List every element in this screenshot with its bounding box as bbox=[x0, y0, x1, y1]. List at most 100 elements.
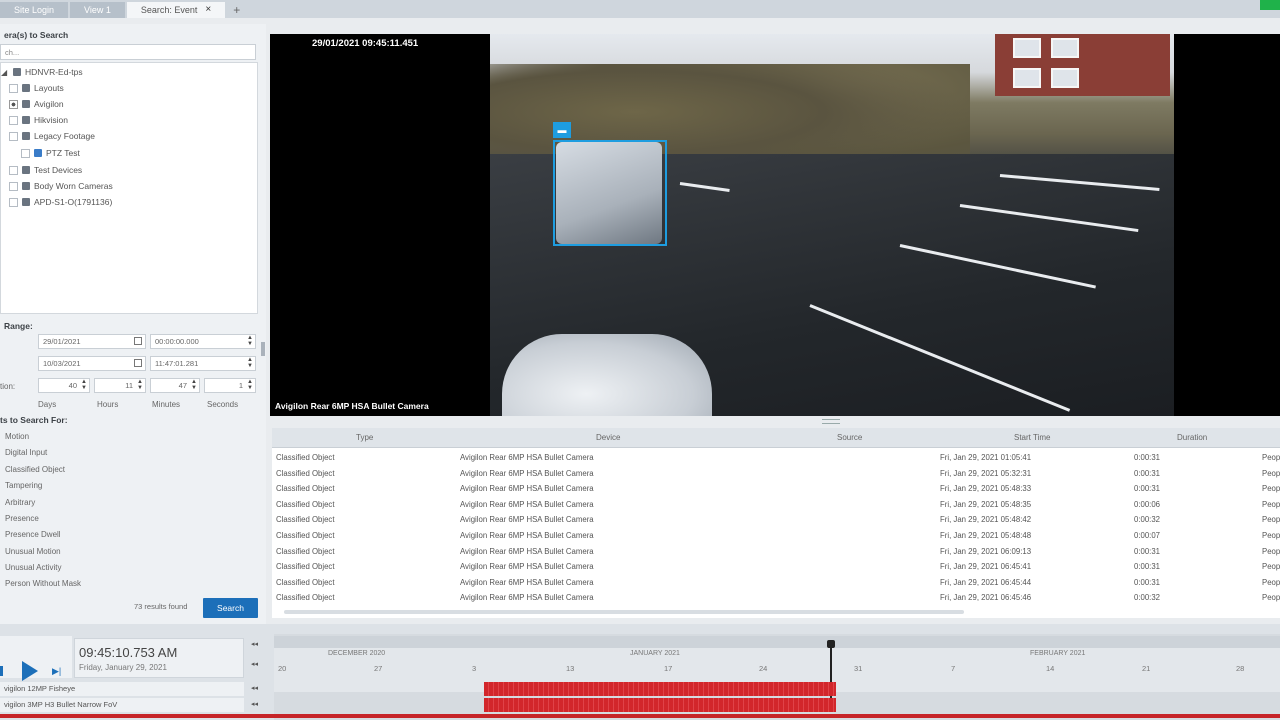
table-row[interactable]: Classified Object Avigilon Rear 6MP HSA B… bbox=[272, 559, 1280, 575]
timeline-header bbox=[274, 636, 1280, 648]
step-icon[interactable]: ◂◂ bbox=[251, 700, 258, 708]
seconds-stepper[interactable]: 1 ▲ ▼ bbox=[204, 378, 256, 393]
spinner-icon[interactable]: ▲ ▼ bbox=[247, 335, 253, 347]
recording-track[interactable] bbox=[484, 682, 836, 696]
table-row[interactable]: Classified Object Avigilon Rear 6MP HSA B… bbox=[272, 481, 1280, 497]
step-icon[interactable]: ◂◂ bbox=[251, 660, 258, 668]
tree-item-ptz-test[interactable]: PTZ Test bbox=[21, 148, 80, 158]
hours-stepper[interactable]: 11 ▲ ▼ bbox=[94, 378, 146, 393]
table-row[interactable]: Classified Object Avigilon Rear 6MP HSA B… bbox=[272, 512, 1280, 528]
video-camera-name: Avigilon Rear 6MP HSA Bullet Camera bbox=[275, 401, 429, 411]
tree-item-hikvision[interactable]: Hikvision bbox=[9, 115, 68, 125]
add-tab-icon[interactable]: + bbox=[227, 2, 246, 18]
detection-bounding-box[interactable] bbox=[553, 140, 667, 246]
event-option-motion[interactable]: Motion bbox=[5, 432, 29, 441]
from-date-field[interactable]: 29/01/2021 bbox=[38, 334, 146, 349]
step-icon[interactable]: ◂◂ bbox=[251, 640, 258, 648]
search-button[interactable]: Search bbox=[203, 598, 258, 618]
col-type[interactable]: Type bbox=[356, 433, 373, 442]
playback-date: Friday, January 29, 2021 bbox=[79, 663, 167, 672]
spinner-icon[interactable]: ▲ ▼ bbox=[247, 379, 253, 391]
tree-item-layouts[interactable]: Layouts bbox=[9, 83, 64, 93]
spinner-icon[interactable]: ▲ ▼ bbox=[191, 379, 197, 391]
checkbox[interactable] bbox=[9, 197, 18, 207]
event-option-person-without-mask[interactable]: Person Without Mask bbox=[5, 579, 81, 588]
checkbox[interactable] bbox=[9, 181, 18, 191]
tree-item-avigilon[interactable]: Avigilon bbox=[9, 99, 64, 109]
tree-item-legacy-footage[interactable]: Legacy Footage bbox=[9, 131, 95, 141]
checkbox[interactable] bbox=[9, 131, 18, 141]
calendar-icon[interactable] bbox=[134, 359, 142, 367]
table-row[interactable]: Classified Object Avigilon Rear 6MP HSA B… bbox=[272, 497, 1280, 513]
table-row[interactable]: Classified Object Avigilon Rear 6MP HSA B… bbox=[272, 590, 1280, 606]
timeline[interactable]: DECEMBER 2020 JANUARY 2021 FEBRUARY 2021… bbox=[274, 634, 1280, 720]
timeline-camera-label[interactable]: vigilon 12MP Fisheye bbox=[0, 682, 244, 696]
event-option-unusual-motion[interactable]: Unusual Motion bbox=[5, 547, 61, 556]
checkbox[interactable] bbox=[9, 83, 18, 93]
table-row[interactable]: Classified Object Avigilon Rear 6MP HSA B… bbox=[272, 544, 1280, 560]
checkbox[interactable] bbox=[21, 148, 30, 158]
tree-item-test-devices[interactable]: Test Devices bbox=[9, 165, 82, 175]
checkbox[interactable] bbox=[9, 165, 18, 175]
col-device[interactable]: Device bbox=[596, 433, 620, 442]
window bbox=[1013, 68, 1041, 88]
tree-item-hdnvr[interactable]: ◢ HDNVR-Ed-tps bbox=[1, 67, 83, 77]
cell-device: Avigilon Rear 6MP HSA Bullet Camera bbox=[460, 546, 594, 556]
camera-search-input[interactable]: ch... bbox=[0, 44, 256, 60]
event-option-unusual-activity[interactable]: Unusual Activity bbox=[5, 563, 61, 572]
calendar-icon[interactable] bbox=[134, 337, 142, 345]
tab-label: Search: Event bbox=[140, 5, 198, 15]
skip-back-icon[interactable] bbox=[0, 666, 3, 676]
skip-forward-icon[interactable]: ▶| bbox=[52, 666, 61, 677]
video-player[interactable]: ▬ 29/01/2021 09:45:11.451 Avigilon Rear … bbox=[270, 34, 1280, 416]
from-time-field[interactable]: 00:00:00.000 ▲ ▼ bbox=[150, 334, 256, 349]
table-row[interactable]: Classified Object Avigilon Rear 6MP HSA B… bbox=[272, 450, 1280, 466]
cell-start: Fri, Jan 29, 2021 06:45:41 bbox=[940, 562, 1032, 572]
window bbox=[1051, 38, 1079, 58]
spinner-icon[interactable]: ▲ ▼ bbox=[247, 357, 253, 369]
play-button[interactable] bbox=[22, 661, 38, 681]
collapse-icon[interactable]: ◢ bbox=[1, 68, 9, 77]
tab-label: Site Login bbox=[14, 5, 55, 15]
event-option-presence[interactable]: Presence bbox=[5, 514, 39, 523]
event-option-arbitrary[interactable]: Arbitrary bbox=[5, 498, 35, 507]
minutes-stepper[interactable]: 47 ▲ ▼ bbox=[150, 378, 200, 393]
table-row[interactable]: Classified Object Avigilon Rear 6MP HSA B… bbox=[272, 466, 1280, 482]
resize-handle[interactable] bbox=[822, 419, 840, 424]
col-source[interactable]: Source bbox=[837, 433, 862, 442]
spinner-icon[interactable]: ▲ ▼ bbox=[137, 379, 143, 391]
tab-view-1[interactable]: View 1 bbox=[70, 2, 125, 18]
col-start-time[interactable]: Start Time bbox=[1014, 433, 1050, 442]
recording-track[interactable] bbox=[484, 698, 836, 712]
range-header: Range: bbox=[4, 321, 33, 331]
checkbox[interactable] bbox=[9, 99, 18, 109]
building bbox=[995, 34, 1170, 96]
cell-extra: Peop bbox=[1262, 484, 1280, 494]
col-duration[interactable]: Duration bbox=[1177, 433, 1207, 442]
tab-search-event[interactable]: Search: Event × bbox=[126, 2, 226, 18]
close-icon[interactable]: × bbox=[205, 2, 211, 18]
step-icon[interactable]: ◂◂ bbox=[251, 684, 258, 692]
event-option-digital-input[interactable]: Digital Input bbox=[5, 448, 47, 457]
tree-item-apd[interactable]: APD-S1-O(1791136) bbox=[9, 197, 112, 207]
spinner-icon[interactable]: ▲ ▼ bbox=[81, 379, 87, 391]
event-option-classified-object[interactable]: Classified Object bbox=[5, 465, 65, 474]
timeline-camera-label[interactable]: vigilon 3MP H3 Bullet Narrow FoV bbox=[0, 698, 244, 712]
event-option-tampering[interactable]: Tampering bbox=[5, 481, 42, 490]
panel-splitter[interactable] bbox=[261, 342, 265, 356]
to-time-field[interactable]: 11:47:01.281 ▲ ▼ bbox=[150, 356, 256, 371]
horizontal-scrollbar[interactable] bbox=[284, 610, 964, 614]
event-option-presence-dwell[interactable]: Presence Dwell bbox=[5, 530, 61, 539]
table-row[interactable]: Classified Object Avigilon Rear 6MP HSA B… bbox=[272, 528, 1280, 544]
checkbox[interactable] bbox=[9, 115, 18, 125]
day-label: 31 bbox=[854, 664, 863, 673]
day-label: 20 bbox=[278, 664, 287, 673]
to-date-field[interactable]: 10/03/2021 bbox=[38, 356, 146, 371]
cell-extra: Peop bbox=[1262, 577, 1280, 587]
vehicle-icon[interactable]: ▬ bbox=[553, 122, 571, 138]
tab-site-login[interactable]: Site Login bbox=[0, 2, 69, 18]
table-row[interactable]: Classified Object Avigilon Rear 6MP HSA B… bbox=[272, 575, 1280, 591]
camera-icon bbox=[34, 149, 42, 157]
tree-item-body-worn[interactable]: Body Worn Cameras bbox=[9, 181, 113, 191]
days-stepper[interactable]: 40 ▲ ▼ bbox=[38, 378, 90, 393]
